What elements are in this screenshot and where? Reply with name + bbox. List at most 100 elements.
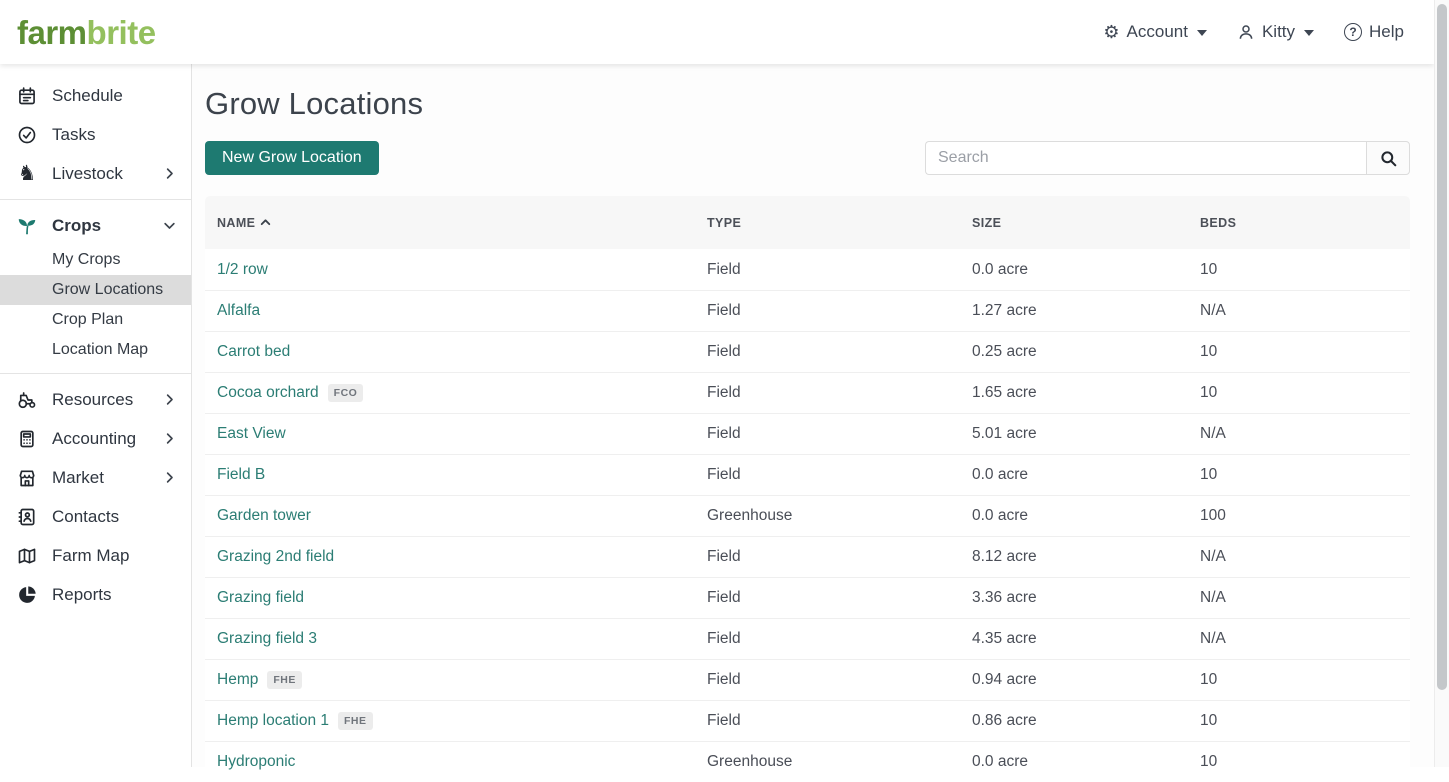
cell-size: 8.12 acre (972, 548, 1037, 565)
cell-beds: 10 (1200, 343, 1218, 360)
cell-type: Greenhouse (707, 753, 793, 770)
sidebar-subitem-grow-locations[interactable]: Grow Locations (0, 275, 191, 305)
table-header-row: NAME TYPE SIZE BEDS (205, 196, 1410, 249)
table-row: Carrot bed Field 0.25 acre 10 (205, 331, 1410, 372)
seedling-icon (16, 215, 38, 237)
sidebar-item-farm-map[interactable]: Farm Map (0, 536, 191, 575)
sidebar-item-crops[interactable]: Crops (0, 206, 191, 245)
calculator-icon (16, 429, 38, 449)
new-grow-location-button[interactable]: New Grow Location (205, 141, 379, 175)
crops-group: Crops My Crops Grow Locations Crop Plan Loca… (0, 199, 191, 374)
search-input[interactable] (925, 141, 1366, 175)
grow-location-link[interactable]: Hemp location 1 (217, 712, 329, 730)
page-title: Grow Locations (205, 86, 424, 121)
cell-beds: 10 (1200, 466, 1218, 483)
cell-size: 0.94 acre (972, 671, 1037, 688)
cell-name: Hemp FHE (217, 671, 707, 689)
cell-type: Field (707, 384, 741, 401)
location-badge: FHE (338, 712, 373, 730)
chevron-right-icon (162, 392, 177, 407)
cell-size: 5.01 acre (972, 425, 1037, 442)
page-scrollbar[interactable] (1434, 0, 1449, 767)
table-row: Garden tower Greenhouse 0.0 acre 100 (205, 495, 1410, 536)
cell-name: East View (217, 425, 707, 443)
table-row: Grazing field 3 Field 4.35 acre N/A (205, 618, 1410, 659)
grow-location-link[interactable]: East View (217, 425, 286, 443)
cell-beds: 10 (1200, 712, 1218, 729)
cell-name: 1/2 row (217, 261, 707, 279)
cell-beds: N/A (1200, 589, 1226, 606)
cell-beds: N/A (1200, 425, 1226, 442)
location-badge: FHE (267, 671, 302, 689)
column-header-size[interactable]: SIZE (972, 216, 1200, 230)
farmbrite-logo[interactable]: farmbrite (0, 16, 156, 49)
search-button[interactable] (1366, 141, 1410, 175)
cell-name: Hydroponic (217, 753, 707, 771)
sidebar-item-contacts[interactable]: Contacts (0, 497, 191, 536)
grow-location-link[interactable]: Garden tower (217, 507, 311, 525)
cell-type: Field (707, 548, 741, 565)
tractor-icon (16, 390, 38, 410)
pie-chart-icon (16, 585, 38, 605)
help-menu[interactable]: ? Help (1344, 22, 1404, 42)
cell-type: Field (707, 630, 741, 647)
grow-location-link[interactable]: Grazing field 3 (217, 630, 317, 648)
cell-size: 0.0 acre (972, 260, 1029, 278)
chevron-right-icon (162, 166, 177, 181)
sidebar-item-schedule[interactable]: Schedule (0, 76, 191, 115)
grow-location-link[interactable]: Grazing field (217, 589, 304, 607)
sidebar-subitem-my-crops[interactable]: My Crops (0, 245, 191, 275)
sidebar: Schedule Tasks ♞ Livestock Crops My Crops Grow… (0, 64, 192, 767)
account-menu[interactable]: ⚙ Account (1103, 22, 1207, 42)
grow-location-link[interactable]: Alfalfa (217, 302, 260, 320)
cell-name: Grazing 2nd field (217, 548, 707, 566)
cell-name: Garden tower (217, 507, 707, 525)
cell-beds: 100 (1200, 507, 1226, 524)
sidebar-item-resources[interactable]: Resources (0, 380, 191, 419)
grow-locations-table: NAME TYPE SIZE BEDS 1/2 row Field 0.0 ac… (205, 196, 1410, 782)
store-icon (16, 468, 38, 488)
main-content: Grow Locations New Grow Location NAME (192, 64, 1434, 782)
scrollbar-thumb[interactable] (1437, 4, 1447, 690)
grow-location-link[interactable]: Field B (217, 466, 265, 484)
sidebar-item-accounting[interactable]: Accounting (0, 419, 191, 458)
cell-size: 0.25 acre (972, 343, 1037, 360)
grow-location-link[interactable]: Cocoa orchard (217, 384, 319, 402)
column-header-beds[interactable]: BEDS (1200, 216, 1410, 230)
search-icon (1379, 149, 1398, 168)
sidebar-subitem-crop-plan[interactable]: Crop Plan (0, 305, 191, 335)
table-row: Hemp FHE Field 0.94 acre 10 (205, 659, 1410, 700)
table-row: Alfalfa Field 1.27 acre N/A (205, 290, 1410, 331)
table-row: East View Field 5.01 acre N/A (205, 413, 1410, 454)
location-badge: FCO (327, 384, 364, 402)
cell-name: Carrot bed (217, 343, 707, 361)
grow-location-link[interactable]: Hemp (217, 671, 258, 689)
grow-location-link[interactable]: Hydroponic (217, 753, 295, 771)
grow-location-link[interactable]: Carrot bed (217, 343, 290, 361)
grow-location-link[interactable]: Grazing 2nd field (217, 548, 334, 566)
cell-type: Field (707, 343, 741, 360)
cell-type: Field (707, 589, 741, 606)
column-header-type[interactable]: TYPE (707, 216, 972, 230)
chevron-right-icon (162, 470, 177, 485)
cell-name: Alfalfa (217, 302, 707, 320)
cell-name: Hemp location 1 FHE (217, 712, 707, 730)
sort-asc-icon (259, 216, 272, 229)
sidebar-item-reports[interactable]: Reports (0, 575, 191, 614)
account-menu-label: Account (1126, 22, 1188, 41)
sidebar-subitem-location-map[interactable]: Location Map (0, 335, 191, 365)
chevron-right-icon (162, 431, 177, 446)
column-header-name[interactable]: NAME (217, 216, 707, 230)
sidebar-item-tasks[interactable]: Tasks (0, 115, 191, 154)
cell-size: 0.0 acre (972, 507, 1029, 524)
user-menu[interactable]: Kitty (1237, 22, 1315, 42)
cell-size: 1.65 acre (972, 384, 1037, 401)
chevron-down-icon (162, 218, 177, 233)
grow-location-link[interactable]: 1/2 row (217, 261, 268, 279)
chevron-down-icon (1304, 30, 1315, 36)
table-row: 1/2 row Field 0.0 acre 10 (205, 249, 1410, 290)
cell-name: Cocoa orchard FCO (217, 384, 707, 402)
sidebar-item-market[interactable]: Market (0, 458, 191, 497)
map-icon (16, 546, 38, 566)
sidebar-item-livestock[interactable]: ♞ Livestock (0, 154, 191, 193)
